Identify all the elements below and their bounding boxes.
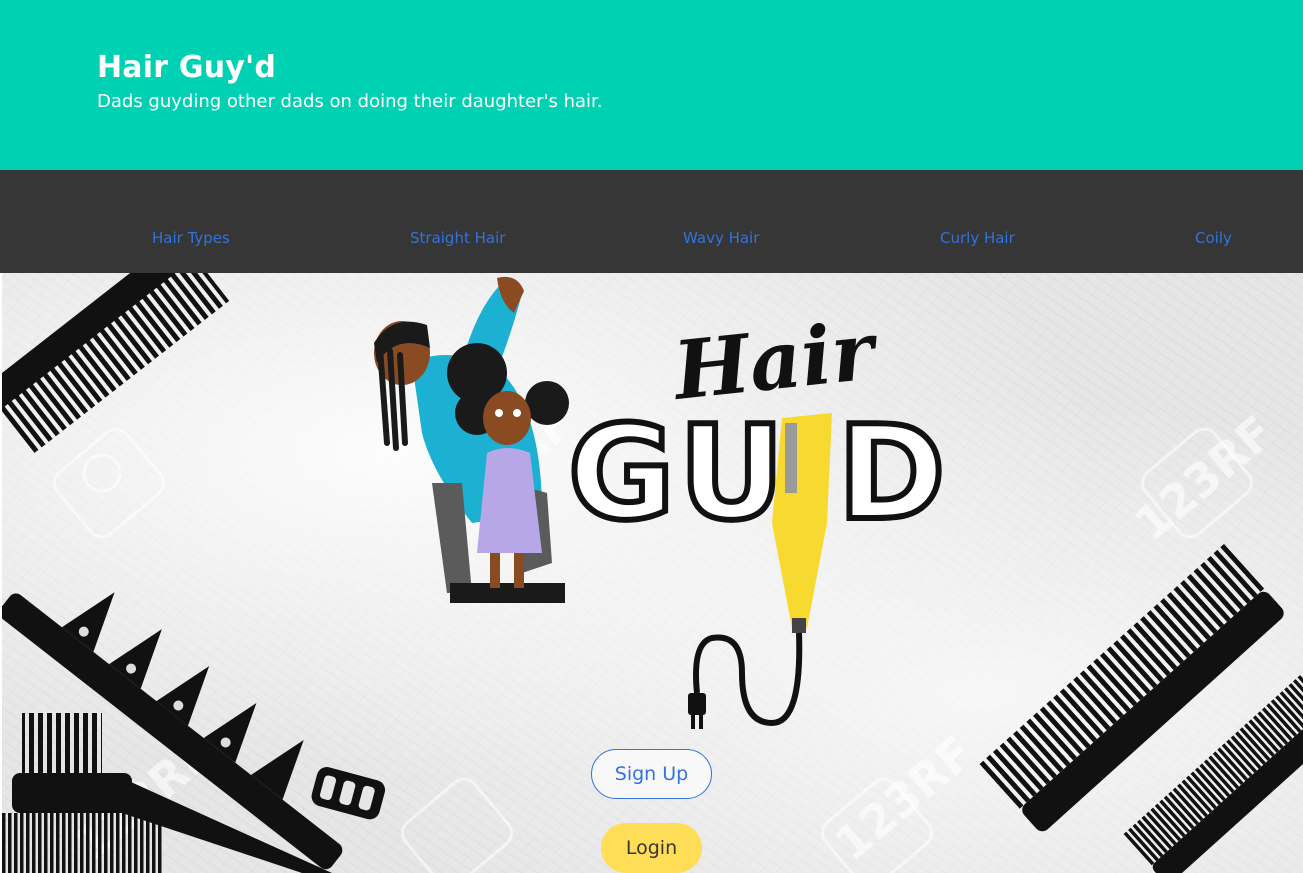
main-navbar: Hair Types Straight Hair Wavy Hair Curly… xyxy=(0,170,1303,273)
site-title: Hair Guy'd xyxy=(97,50,277,85)
logo-outline: GU D xyxy=(568,397,949,549)
nav-link-straight-hair[interactable]: Straight Hair xyxy=(410,229,505,247)
svg-text:123RF: 123RF xyxy=(824,725,983,871)
nav-link-wavy-hair[interactable]: Wavy Hair xyxy=(683,229,759,247)
signup-button[interactable]: Sign Up xyxy=(591,749,712,799)
login-button[interactable]: Login xyxy=(601,823,702,873)
nav-link-curly-hair[interactable]: Curly Hair xyxy=(940,229,1015,247)
site-header: Hair Guy'd Dads guyding other dads on do… xyxy=(0,0,1303,170)
site-subtitle: Dads guyding other dads on doing their d… xyxy=(97,91,603,112)
nav-link-coily[interactable]: Coily xyxy=(1195,229,1232,247)
hair-clip xyxy=(311,767,386,820)
nav-link-hair-types[interactable]: Hair Types xyxy=(152,229,230,247)
comb-top-left xyxy=(2,273,230,455)
